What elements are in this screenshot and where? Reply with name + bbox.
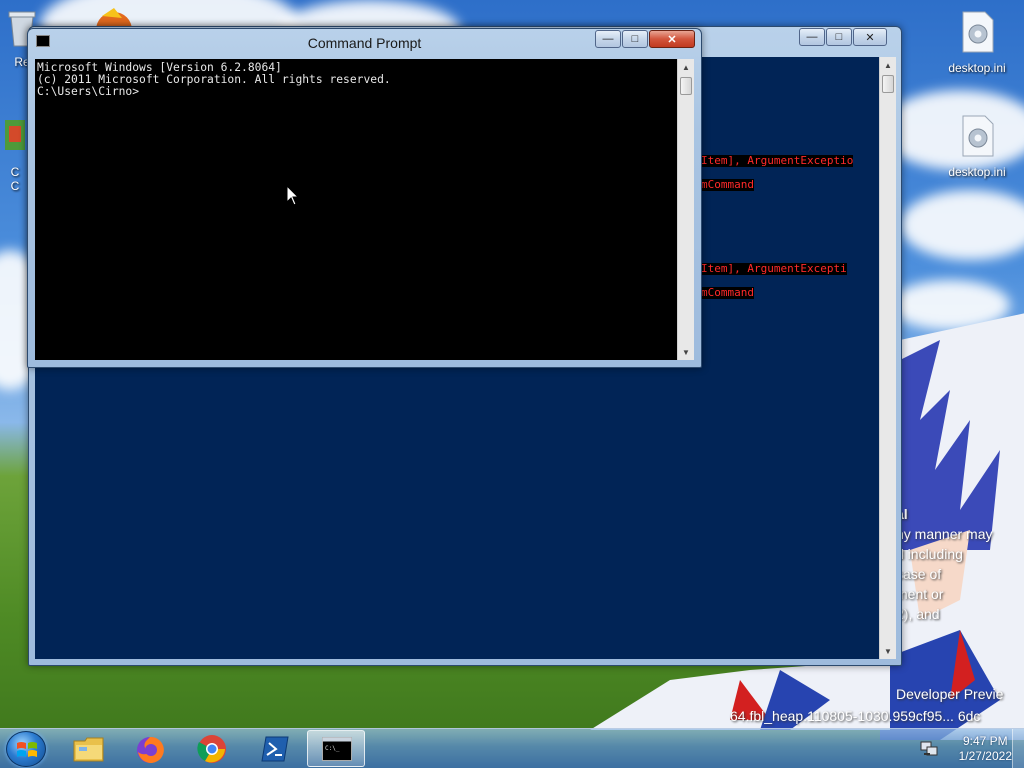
powershell-error-text: Item], ArgumentExcepti <box>701 262 847 275</box>
settings-file-icon <box>962 11 994 53</box>
wallpaper-text: ny manner may <box>896 526 993 542</box>
powershell-error-text: Item], ArgumentExceptio <box>701 154 854 167</box>
powershell-caption-buttons: — □ ✕ <box>798 28 887 46</box>
scroll-thumb[interactable] <box>882 75 894 93</box>
start-button[interactable] <box>6 731 46 767</box>
desktop-icon-label: desktop.ini <box>948 165 1006 179</box>
powershell-error-text: mCommand <box>701 286 754 299</box>
shortcut-icon <box>5 120 25 150</box>
watermark-line-2: 64.fbl_heap.110805-1030.959cf95... 6dc <box>730 708 981 724</box>
desktop-shortcut-partial[interactable]: C C <box>0 118 30 193</box>
chrome-icon <box>197 735 226 763</box>
taskbar-clock[interactable]: 9:47 PM 1/27/2022 <box>959 734 1012 764</box>
scroll-up-arrow-icon[interactable]: ▲ <box>880 57 896 73</box>
taskbar-file-explorer[interactable] <box>60 730 118 767</box>
windows-logo-icon <box>17 742 37 757</box>
cmd-scrollbar[interactable]: ▲ ▼ <box>677 59 694 360</box>
svg-text:C:\_: C:\_ <box>325 745 340 752</box>
powershell-error-text: mCommand <box>701 178 754 191</box>
firefox-icon <box>137 736 164 763</box>
cmd-icon: C:\_ <box>322 737 352 761</box>
powershell-minimize-button[interactable]: — <box>799 28 825 46</box>
taskbar-firefox[interactable] <box>121 730 179 767</box>
cmd-minimize-button[interactable]: — <box>595 30 621 48</box>
taskbar-powershell[interactable] <box>246 730 304 767</box>
cmd-close-button[interactable]: ✕ <box>649 30 695 48</box>
scroll-thumb[interactable] <box>680 77 692 95</box>
mouse-cursor-icon <box>286 185 300 206</box>
taskbar-command-prompt[interactable]: C:\_ <box>307 730 365 767</box>
desktop-ini-file-1[interactable]: desktop.ini <box>938 10 1016 75</box>
wallpaper-text: d including <box>896 546 963 562</box>
wallpaper-cloud <box>900 190 1024 260</box>
desktop-icon-label: desktop.ini <box>948 61 1006 75</box>
desktop-icon-label: C <box>10 165 20 179</box>
file-explorer-icon <box>73 737 104 762</box>
clock-time: 9:47 PM <box>962 734 1008 748</box>
cmd-maximize-button[interactable]: □ <box>622 30 648 48</box>
system-tray: 9:47 PM 1/27/2022 <box>914 729 1024 768</box>
cmd-caption-buttons: — □ ✕ <box>594 30 695 48</box>
desktop-ini-file-2[interactable]: desktop.ini <box>938 114 1016 179</box>
taskbar-chrome[interactable] <box>183 730 241 767</box>
wallpaper-text: ment or <box>896 586 944 602</box>
scroll-down-arrow-icon[interactable]: ▼ <box>678 344 694 360</box>
powershell-scrollbar[interactable]: ▲ ▼ <box>879 57 896 659</box>
wallpaper-text: case of <box>896 566 942 582</box>
network-icon[interactable] <box>920 741 938 757</box>
cmd-console[interactable]: Microsoft Windows [Version 6.2.8064] (c)… <box>35 59 677 360</box>
cmd-window[interactable]: Command Prompt — □ ✕ Microsoft Windows [… <box>27 28 702 368</box>
show-desktop-button[interactable] <box>1012 729 1024 768</box>
settings-file-icon <box>962 115 994 157</box>
scroll-up-arrow-icon[interactable]: ▲ <box>678 59 694 75</box>
scroll-down-arrow-icon[interactable]: ▼ <box>880 643 896 659</box>
desktop-icon-label: C <box>10 179 20 193</box>
cmd-title-bar[interactable]: Command Prompt — □ ✕ <box>28 29 701 53</box>
wallpaper-text: 2), and <box>896 606 940 622</box>
powershell-icon <box>261 736 289 762</box>
watermark-line-1: Developer Previe <box>896 686 1004 702</box>
console-prompt: C:\Users\Cirno> <box>37 85 140 98</box>
taskbar: C:\_ 9:47 PM 1/27/2022 <box>0 728 1024 768</box>
powershell-close-button[interactable]: ✕ <box>853 28 887 46</box>
powershell-maximize-button[interactable]: □ <box>826 28 852 46</box>
clock-date: 1/27/2022 <box>958 749 1012 763</box>
